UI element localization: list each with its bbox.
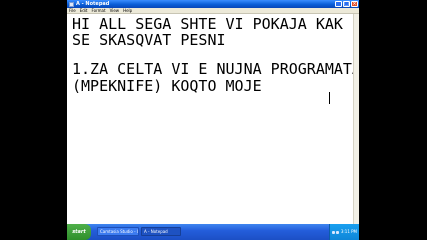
network-icon[interactable] [331, 230, 335, 234]
vertical-scrollbar[interactable] [353, 14, 359, 224]
text-editor-area[interactable]: HI ALL SEGA SHTE VI POKAJA KAK SE SKASQV… [67, 14, 359, 224]
taskbar: start Camtasia Studio - Un... A - Notepa… [67, 224, 359, 240]
desktop-screen: A - Notepad _ □ × File Edit Format View … [67, 0, 359, 240]
menu-edit[interactable]: Edit [80, 8, 88, 14]
text-line: (MPEKNIFE) KOQTO MOJE [72, 77, 262, 95]
volume-icon[interactable] [335, 230, 339, 234]
menu-view[interactable]: View [110, 8, 120, 14]
maximize-button[interactable]: □ [343, 1, 350, 7]
window-controls: _ □ × [335, 1, 358, 7]
minimize-button[interactable]: _ [335, 1, 342, 7]
taskbar-item-notepad[interactable]: A - Notepad [141, 227, 181, 236]
close-button[interactable]: × [351, 1, 358, 7]
menu-format[interactable]: Format [91, 8, 105, 14]
notepad-icon [69, 1, 74, 7]
text-line: SE SKASQVAT PESNI [72, 31, 226, 49]
clock: 3:11 PM [340, 229, 357, 234]
text-line: 1.ZA CELTA VI E NUJNA PROGRAMATA [72, 60, 359, 78]
taskbar-item-camtasia[interactable]: Camtasia Studio - Un... [97, 227, 139, 236]
start-button[interactable]: start [67, 224, 91, 240]
text-caret [329, 92, 330, 104]
menu-help[interactable]: Help [123, 8, 132, 14]
text-line: HI ALL SEGA SHTE VI POKAJA KAK [72, 15, 343, 33]
menu-file[interactable]: File [69, 8, 76, 14]
system-tray: 3:11 PM [329, 224, 359, 240]
